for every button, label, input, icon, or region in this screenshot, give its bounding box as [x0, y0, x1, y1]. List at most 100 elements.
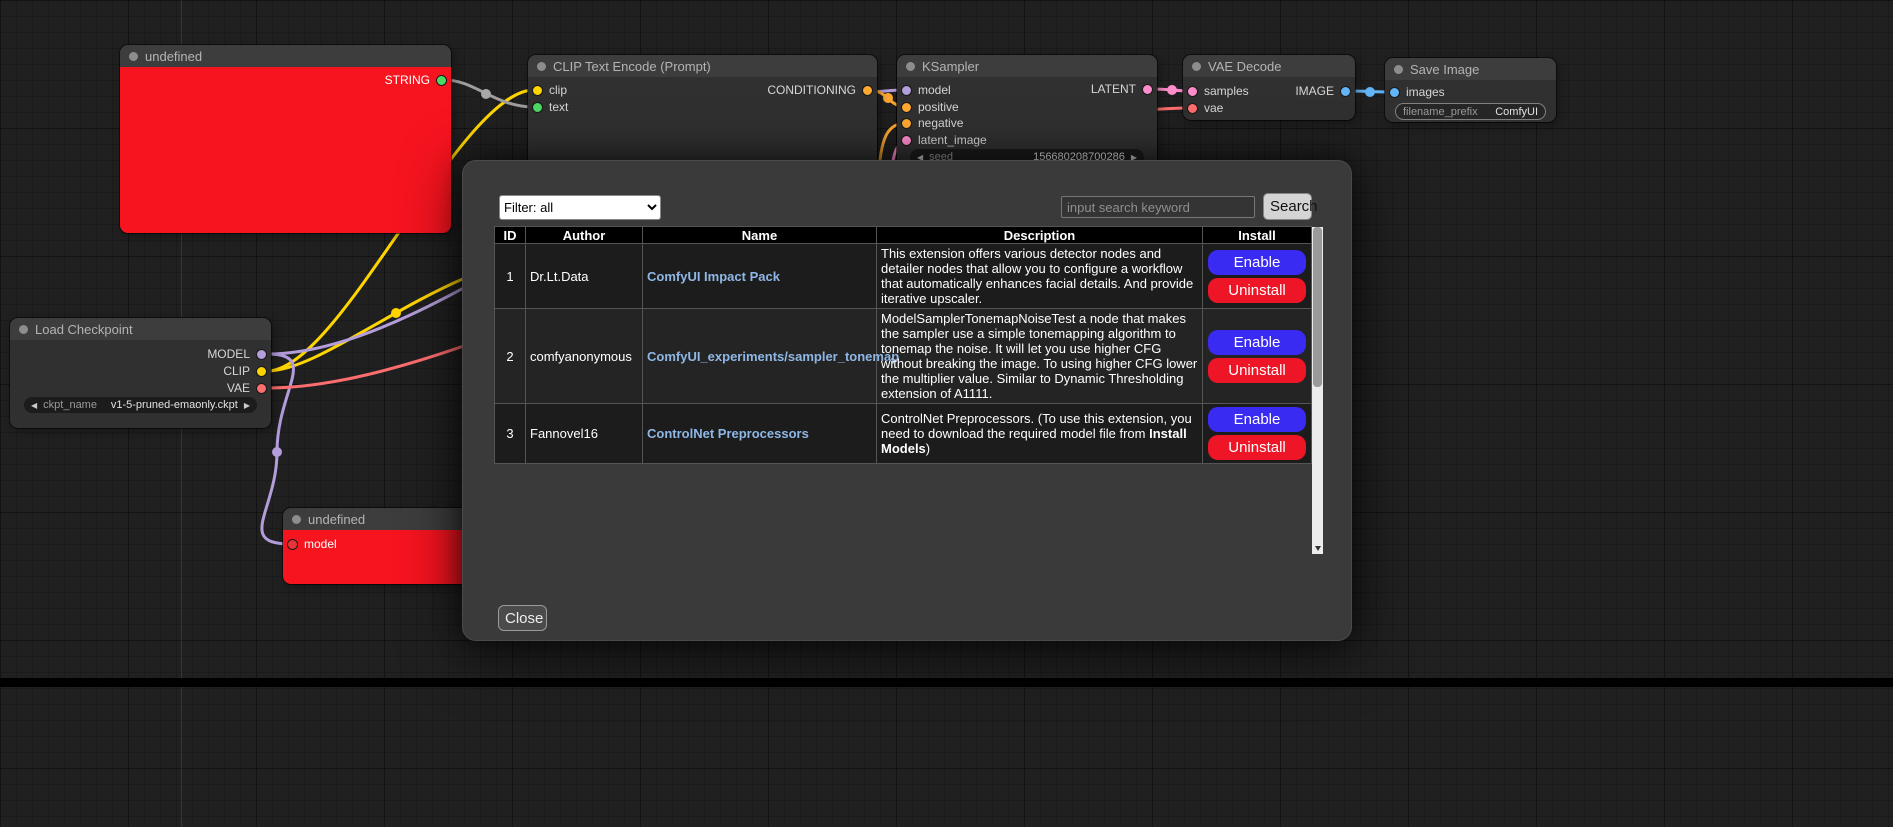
node-title: Save Image [1410, 62, 1479, 77]
table-row: 3 Fannovel16 ControlNet Preprocessors Co… [495, 404, 1312, 464]
table-header-row: ID Author Name Description Install [495, 227, 1312, 244]
port-dot[interactable] [256, 383, 267, 394]
input-port-positive[interactable]: positive [901, 99, 959, 115]
port-dot[interactable] [901, 85, 912, 96]
node-clip-text-encode[interactable]: CLIP Text Encode (Prompt) clip text COND… [528, 55, 877, 175]
table-row: 2 comfyanonymous ComfyUI_experiments/sam… [495, 309, 1312, 404]
search-input[interactable] [1061, 196, 1255, 218]
bottom-black-bar [0, 678, 1893, 687]
output-port-vae[interactable]: VAE [227, 380, 267, 396]
collapse-dot-icon[interactable] [19, 325, 28, 334]
node-save-image[interactable]: Save Image images filename_prefix ComfyU… [1385, 58, 1556, 122]
column-header-install: Install [1203, 227, 1312, 244]
port-dot[interactable] [901, 102, 912, 113]
input-port-vae[interactable]: vae [1187, 100, 1223, 116]
node-title-bar[interactable]: VAE Decode [1183, 55, 1355, 77]
port-dot[interactable] [532, 102, 543, 113]
node-undefined-string[interactable]: undefined STRING [120, 45, 451, 233]
node-body: images filename_prefix ComfyUI [1385, 80, 1556, 122]
input-port-model[interactable]: model [287, 536, 337, 552]
search-button[interactable]: Search [1263, 193, 1312, 220]
input-port-text[interactable]: text [532, 99, 568, 115]
uninstall-button[interactable]: Uninstall [1208, 358, 1306, 383]
uninstall-button[interactable]: Uninstall [1208, 278, 1306, 303]
node-ksampler[interactable]: KSampler model positive negative latent_… [897, 55, 1157, 170]
port-dot[interactable] [436, 75, 447, 86]
collapse-dot-icon[interactable] [292, 515, 301, 524]
node-title: undefined [145, 49, 202, 64]
port-dot[interactable] [532, 85, 543, 96]
collapse-dot-icon[interactable] [1192, 62, 1201, 71]
enable-button[interactable]: Enable [1208, 407, 1306, 432]
node-title-bar[interactable]: Load Checkpoint [10, 318, 271, 340]
output-port-string[interactable]: STRING [385, 72, 447, 88]
output-port-model[interactable]: MODEL [207, 346, 267, 362]
ckpt-name-widget[interactable]: ◀ ckpt_name v1-5-pruned-emaonly.ckpt ▶ [24, 397, 257, 413]
collapse-dot-icon[interactable] [129, 52, 138, 61]
close-button[interactable]: Close [498, 605, 547, 631]
table-scrollbar[interactable] [1312, 227, 1323, 554]
column-header-author: Author [526, 227, 643, 244]
filename-prefix-widget[interactable]: filename_prefix ComfyUI [1395, 103, 1546, 120]
node-vae-decode[interactable]: VAE Decode samples vae IMAGE [1183, 55, 1355, 120]
input-port-samples[interactable]: samples [1187, 83, 1249, 99]
ext-name-link[interactable]: ControlNet Preprocessors [647, 426, 809, 441]
port-dot[interactable] [901, 135, 912, 146]
port-dot[interactable] [901, 118, 912, 129]
ext-description: ControlNet Preprocessors. (To use this e… [877, 404, 1203, 464]
port-dot[interactable] [1142, 84, 1153, 95]
ext-name-link[interactable]: ComfyUI_experiments/sampler_tonemap [647, 349, 899, 364]
node-body: samples vae IMAGE [1183, 77, 1355, 120]
input-port-latent-image[interactable]: latent_image [901, 132, 987, 148]
uninstall-button[interactable]: Uninstall [1208, 435, 1306, 460]
input-port-model[interactable]: model [901, 82, 951, 98]
port-dot[interactable] [1187, 103, 1198, 114]
input-port-images[interactable]: images [1389, 84, 1445, 100]
collapse-dot-icon[interactable] [1394, 65, 1403, 74]
node-title-bar[interactable]: undefined [283, 508, 483, 530]
extension-manager-dialog: Filter: all Search ID Author Name Descri… [462, 160, 1352, 641]
output-port-clip[interactable]: CLIP [223, 363, 267, 379]
column-header-description: Description [877, 227, 1203, 244]
enable-button[interactable]: Enable [1208, 250, 1306, 275]
output-port-latent[interactable]: LATENT [1091, 81, 1153, 97]
port-dot[interactable] [1340, 86, 1351, 97]
output-port-image[interactable]: IMAGE [1295, 83, 1351, 99]
node-title-bar[interactable]: Save Image [1385, 58, 1556, 80]
node-body: STRING [120, 67, 451, 233]
node-undefined-model[interactable]: undefined model [283, 508, 483, 584]
node-title: CLIP Text Encode (Prompt) [553, 59, 711, 74]
node-title-bar[interactable]: KSampler [897, 55, 1157, 77]
collapse-dot-icon[interactable] [906, 62, 915, 71]
port-dot[interactable] [1187, 86, 1198, 97]
node-title-bar[interactable]: undefined [120, 45, 451, 67]
input-port-clip[interactable]: clip [532, 82, 567, 98]
node-title-bar[interactable]: CLIP Text Encode (Prompt) [528, 55, 877, 77]
port-dot[interactable] [287, 539, 298, 550]
node-title: VAE Decode [1208, 59, 1281, 74]
ext-id: 2 [495, 309, 526, 404]
scrollbar-thumb[interactable] [1313, 227, 1322, 387]
enable-button[interactable]: Enable [1208, 330, 1306, 355]
node-body: model [283, 530, 483, 584]
port-dot[interactable] [862, 85, 873, 96]
input-port-negative[interactable]: negative [901, 115, 963, 131]
scrollbar-down-button[interactable] [1312, 542, 1323, 554]
port-dot[interactable] [1389, 87, 1400, 98]
port-dot[interactable] [256, 349, 267, 360]
increment-arrow-icon[interactable]: ▶ [244, 401, 250, 410]
node-load-checkpoint[interactable]: Load Checkpoint MODEL CLIP VAE ◀ ckpt_na… [10, 318, 271, 428]
scroll-down-icon [1315, 546, 1321, 551]
ext-description: ModelSamplerTonemapNoiseTest a node that… [877, 309, 1203, 404]
node-body: MODEL CLIP VAE ◀ ckpt_name v1-5-pruned-e… [10, 340, 271, 428]
collapse-dot-icon[interactable] [537, 62, 546, 71]
filter-select[interactable]: Filter: all [499, 195, 661, 220]
decrement-arrow-icon[interactable]: ◀ [31, 401, 37, 410]
extension-table: ID Author Name Description Install 1 Dr.… [494, 226, 1312, 464]
ext-id: 3 [495, 404, 526, 464]
node-body: model positive negative latent_image LAT… [897, 77, 1157, 170]
port-dot[interactable] [256, 366, 267, 377]
ext-name-link[interactable]: ComfyUI Impact Pack [647, 269, 780, 284]
ext-author: Dr.Lt.Data [526, 244, 643, 309]
output-port-conditioning[interactable]: CONDITIONING [767, 82, 873, 98]
